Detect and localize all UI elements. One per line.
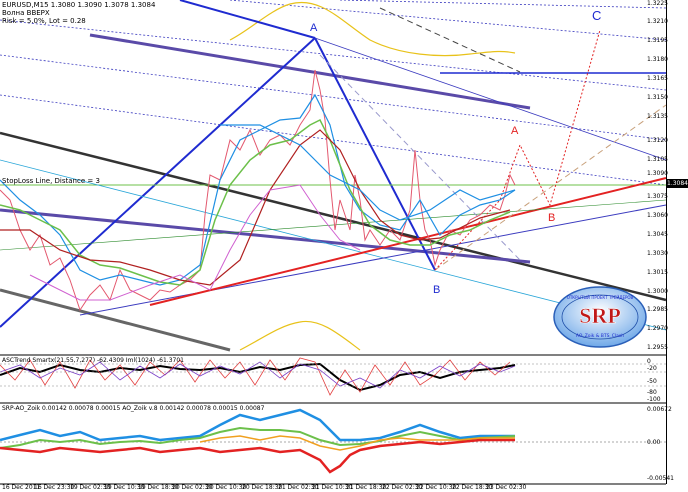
time-label: 22 Dec 10:30	[416, 484, 457, 491]
logo-ring-text: ОТКРЫТЫЙ ПРОЕКТ ТРЕЙДЕРОВ	[567, 295, 634, 300]
bollinger-lower	[239, 320, 361, 351]
logo-text: SRP	[579, 303, 621, 328]
sub2-axis-label: 0.00	[647, 439, 661, 446]
sub1-axis-label: -50	[647, 378, 657, 385]
sub2-axis-label: -0.00541	[647, 475, 674, 482]
logo-sub-text: AO_Zoik & BTS_Clash	[576, 333, 624, 339]
price-label: 1.2970	[647, 325, 668, 332]
stoploss-label: StopLoss Line, Distance = 3	[2, 177, 100, 185]
price-label: 1.3210	[647, 18, 668, 25]
channel-grey-bottom	[0, 288, 231, 352]
time-label: 21 Dec 18:30	[346, 484, 387, 491]
price-label: 1.2955	[647, 344, 668, 351]
price-label: 1.3225	[647, 0, 668, 7]
price-label: 1.3135	[647, 113, 668, 120]
time-label: 23 Dec 02:30	[486, 484, 527, 491]
wave-label-a-blue: A	[310, 22, 318, 34]
sub1-axis-label: 0	[647, 358, 651, 365]
subwindow1-label: ASCTrend Smartx(21,55,7,277) -62.4309 Im…	[2, 357, 184, 364]
step-line-magenta	[29, 184, 361, 301]
wave-label-b-blue: B	[433, 284, 441, 296]
price-label: 1.3150	[647, 94, 668, 101]
price-label: 1.3045	[647, 231, 668, 238]
wave-projections	[319, 7, 667, 271]
price-label: 1.3000	[647, 288, 668, 295]
price-label: 1.3180	[647, 56, 668, 63]
srp-logo: SRP ОТКРЫТЫЙ ПРОЕКТ ТРЕЙДЕРОВ AO_Zoik & …	[553, 286, 647, 348]
sub1-axis-label: -80	[647, 389, 657, 396]
sub1-axis-label: -20	[647, 365, 657, 372]
price-label: 1.2985	[647, 306, 668, 313]
wave-label-b-red: B	[548, 212, 556, 224]
price-label: 1.3120	[647, 137, 668, 144]
time-label: 16 Dec 23:30	[34, 484, 75, 491]
chart-window[interactable]: EURUSD,M15 1.3080 1.3090 1.3078 1.3084 В…	[0, 0, 688, 492]
price-label: 1.3075	[647, 193, 668, 200]
sub1-axis-label: -100	[647, 396, 661, 403]
time-label: 20 Dec 18:30	[242, 484, 283, 491]
price-label: 1.3015	[647, 269, 668, 276]
time-label: 20 Dec 10:30	[206, 484, 247, 491]
price-label: 1.3090	[647, 170, 668, 177]
bollinger-upper	[229, 1, 516, 57]
last-price-marker: 1.3084	[667, 179, 688, 188]
moving-average-green	[0, 118, 511, 286]
price-label: 1.3060	[647, 212, 668, 219]
ao-red	[0, 438, 515, 474]
chart-canvas[interactable]	[0, 0, 688, 492]
wave-label-c-blue: C	[592, 8, 602, 23]
wave-line-b-down	[314, 37, 436, 271]
price-label: 1.3105	[647, 156, 668, 163]
wave-label-a-red: A	[511, 125, 519, 137]
price-label: 1.3165	[647, 75, 668, 82]
indicator-name: Волна BBEPX	[2, 9, 50, 17]
symbol-info: EURUSD,M15 1.3080 1.3090 1.3078 1.3084	[2, 1, 156, 9]
price-label: 1.3030	[647, 250, 668, 257]
subwindow2-label: SRP-AO_Zoik 0.00142 0.00078 0.00015 AO_Z…	[2, 405, 265, 412]
price-series	[0, 69, 516, 312]
risk-info: Risk = 5.0%, Lot = 0.28	[2, 17, 86, 25]
channel-dark-line	[0, 131, 667, 302]
sub2-axis-label: 0.00672	[647, 406, 672, 413]
price-label: 1.3195	[647, 37, 668, 44]
